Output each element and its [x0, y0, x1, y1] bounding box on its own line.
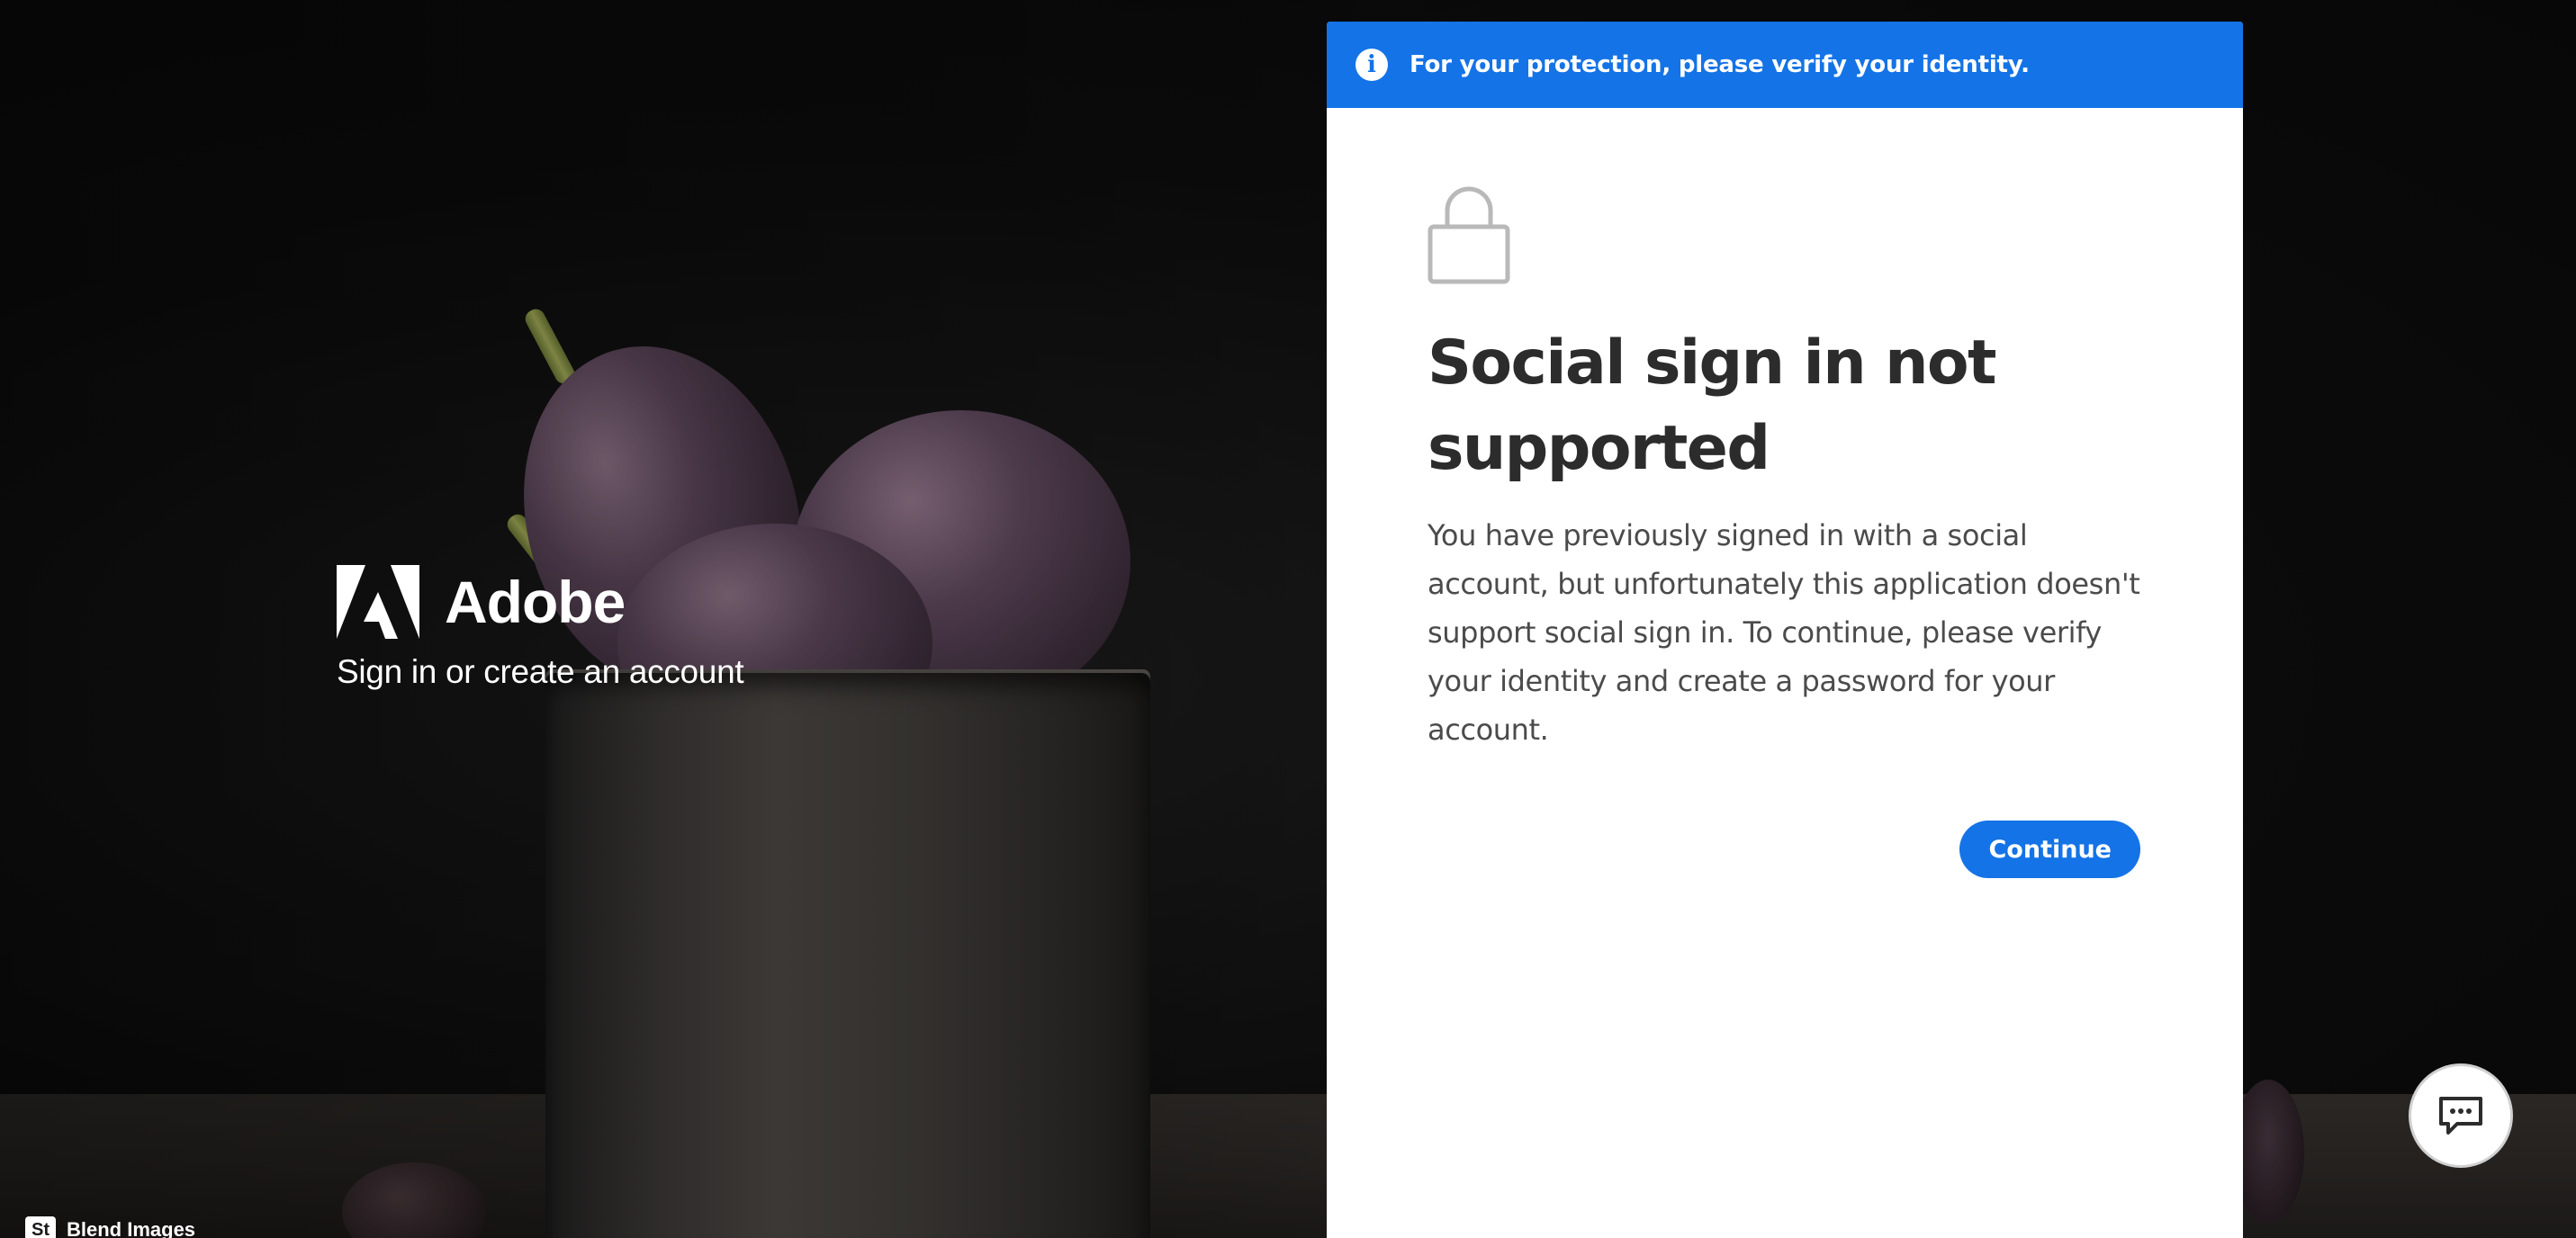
- photo-credit-text: Blend Images: [67, 1218, 196, 1238]
- chat-button[interactable]: [2409, 1063, 2513, 1168]
- adobe-stock-icon: St: [25, 1216, 56, 1238]
- photo-credit[interactable]: St Blend Images: [25, 1216, 195, 1238]
- chat-icon: [2439, 1097, 2482, 1135]
- continue-button[interactable]: Continue: [1959, 821, 2140, 878]
- brand-row: Adobe: [337, 565, 743, 639]
- sign-in-page: Adobe Sign in or create an account i For…: [0, 0, 2576, 1238]
- dialog-actions: Continue: [1428, 821, 2140, 878]
- adobe-logo-icon: [337, 565, 419, 639]
- lock-icon: [1428, 186, 1510, 284]
- info-icon: i: [1356, 49, 1388, 81]
- brand-tagline: Sign in or create an account: [337, 653, 744, 690]
- brand-name: Adobe: [445, 569, 626, 635]
- verification-dialog: i For your protection, please verify you…: [1327, 22, 2243, 1238]
- info-banner-text: For your protection, please verify your …: [1410, 51, 2030, 78]
- dialog-title: Social sign in not supported: [1428, 327, 1997, 484]
- brand-block: Adobe Sign in or create an account: [337, 565, 744, 691]
- dialog-body: Social sign in not supported You have pr…: [1327, 108, 2243, 878]
- dialog-message: You have previously signed in with a soc…: [1428, 518, 2140, 747]
- info-banner: i For your protection, please verify you…: [1327, 22, 2243, 108]
